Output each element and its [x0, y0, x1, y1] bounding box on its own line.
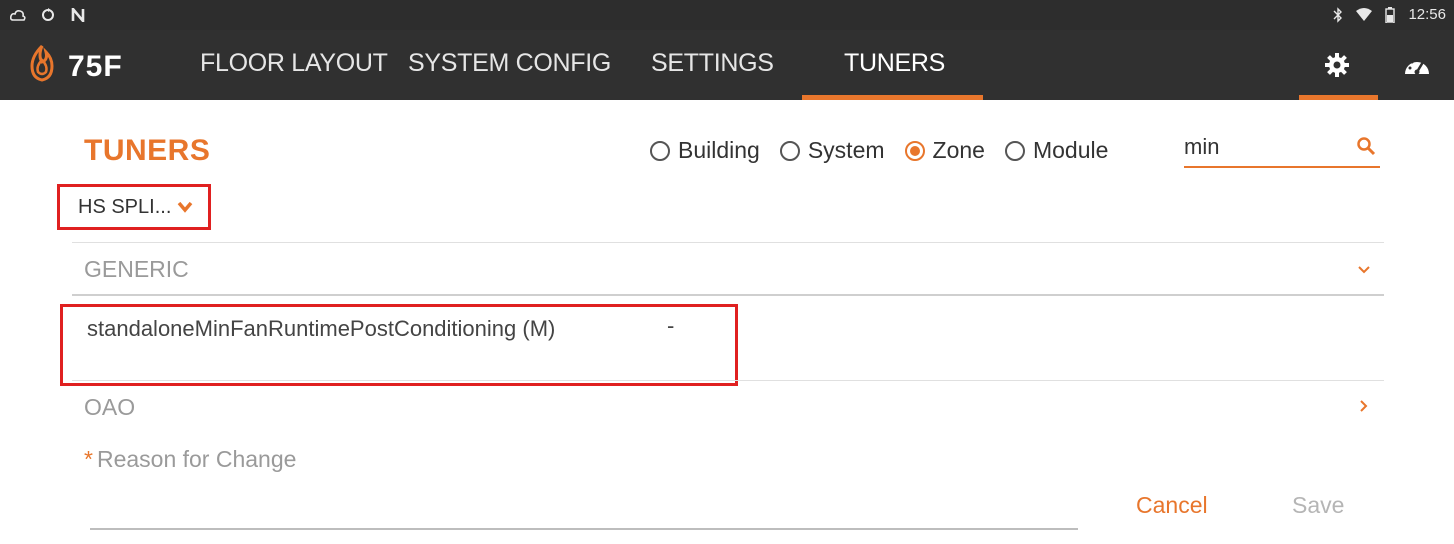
divider	[72, 242, 1384, 243]
wifi-icon	[1356, 7, 1373, 23]
tuner-value[interactable]: -	[667, 313, 674, 339]
chevron-down-icon	[177, 201, 193, 213]
search-input[interactable]	[1184, 132, 1344, 162]
tab-floor-layout[interactable]: FLOOR LAYOUT	[200, 30, 388, 100]
tuner-name: standaloneMinFanRuntimePostConditioning …	[87, 316, 556, 341]
required-mark: *	[84, 446, 93, 472]
radio-circle[interactable]	[1004, 140, 1025, 161]
zone-dropdown-value: HS SPLI...	[78, 195, 172, 218]
section-oao-label[interactable]: OAO	[84, 394, 135, 421]
section-generic-label[interactable]: GENERIC	[84, 256, 189, 283]
cloud-icon	[10, 7, 26, 23]
status-bar-left	[10, 5, 86, 25]
status-bar: 12:56	[0, 0, 1454, 30]
radio-module-label: Module	[1032, 137, 1109, 163]
status-bar-right: 12:56	[1330, 6, 1446, 23]
radio-system-label: System	[807, 137, 885, 163]
radio-building-label: Building	[678, 137, 760, 163]
chevron-down-icon[interactable]	[1356, 262, 1372, 278]
active-tab-indicator	[802, 95, 983, 100]
scope-radio-group: Building System Zone Module	[650, 137, 1128, 164]
radio-building[interactable]: Building	[650, 137, 760, 164]
radio-circle-checked[interactable]	[904, 140, 925, 161]
search-icon[interactable]	[1356, 136, 1376, 156]
notification-n-icon	[70, 7, 86, 23]
app-bar: 75F FLOOR LAYOUT SYSTEM CONFIG SETTINGS …	[0, 30, 1454, 100]
radio-system[interactable]: System	[779, 137, 885, 164]
search-box	[1184, 132, 1380, 168]
gear-icon[interactable]	[1322, 50, 1352, 80]
cancel-button[interactable]: Cancel	[1136, 492, 1208, 519]
page-title: TUNERS	[84, 134, 211, 167]
radio-circle[interactable]	[779, 140, 800, 161]
divider	[72, 380, 1384, 381]
reason-label-text: Reason for Change	[96, 446, 297, 472]
reason-label: * Reason for Change	[84, 446, 296, 473]
flame-logo-icon	[24, 44, 60, 89]
reason-input-underline[interactable]	[90, 528, 1078, 530]
battery-icon	[1382, 6, 1398, 23]
radio-zone[interactable]: Zone	[904, 137, 985, 164]
divider	[72, 294, 1384, 296]
sync-icon	[40, 7, 56, 23]
dashboard-icon[interactable]	[1402, 50, 1432, 80]
status-time: 12:56	[1408, 6, 1446, 23]
tab-system-config[interactable]: SYSTEM CONFIG	[408, 30, 611, 100]
app-logo[interactable]: 75F	[24, 44, 123, 89]
bluetooth-icon	[1330, 6, 1346, 23]
radio-zone-label: Zone	[932, 137, 985, 163]
save-button[interactable]: Save	[1292, 492, 1344, 519]
settings-icon-indicator	[1299, 95, 1378, 100]
zone-dropdown[interactable]: HS SPLI...	[57, 184, 211, 230]
tab-settings[interactable]: SETTINGS	[651, 30, 774, 100]
logo-text: 75F	[68, 49, 123, 83]
tuner-row[interactable]: standaloneMinFanRuntimePostConditioning …	[60, 304, 738, 386]
tab-tuners[interactable]: TUNERS	[844, 30, 945, 100]
chevron-right-icon[interactable]	[1356, 398, 1372, 414]
radio-module[interactable]: Module	[1004, 137, 1109, 164]
radio-circle[interactable]	[650, 140, 670, 161]
